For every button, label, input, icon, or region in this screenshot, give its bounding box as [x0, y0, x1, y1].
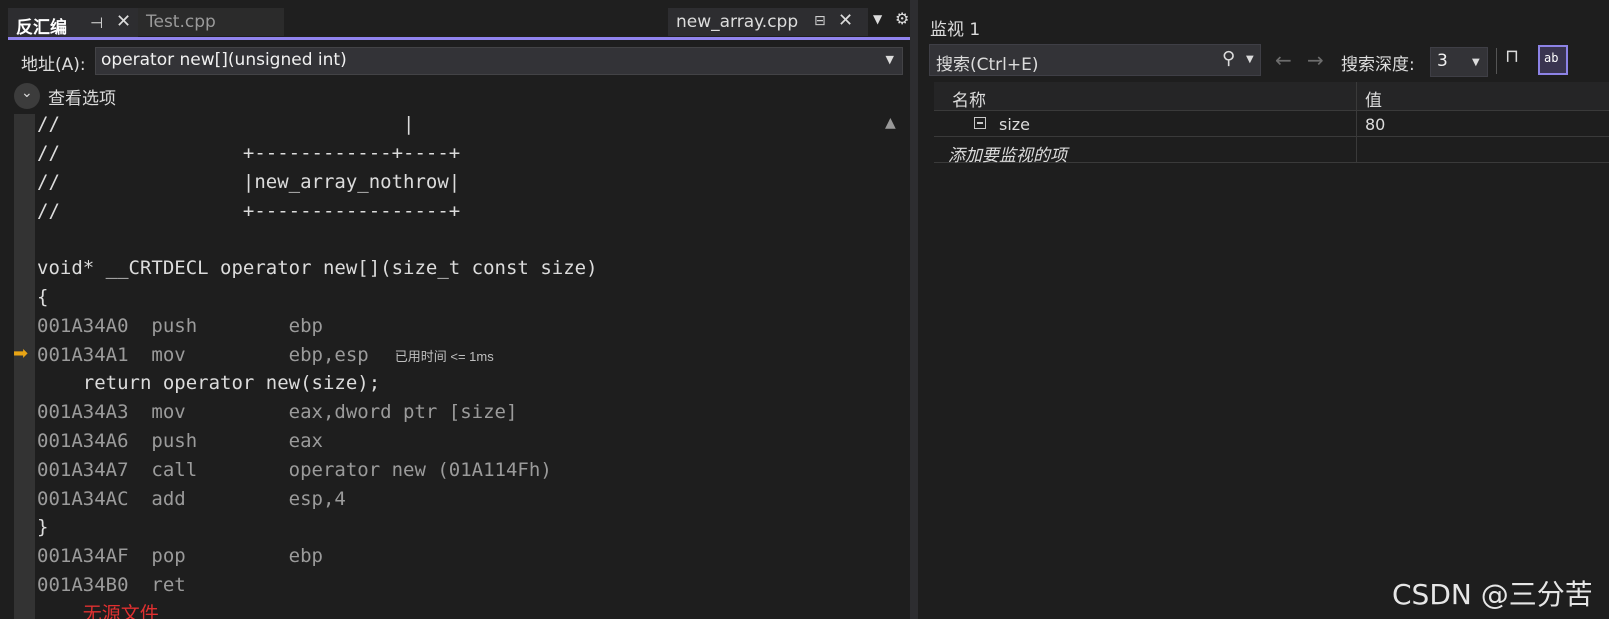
- asm-line: 001A34A0 push ebp: [37, 315, 323, 337]
- pin-icon[interactable]: ⊟: [814, 13, 826, 29]
- code-line: // |new_array_nothrow|: [37, 171, 461, 193]
- asm-line-current: 001A34A1 mov ebp,esp 已用时间 <= 1ms: [37, 341, 494, 370]
- watch-window-title: 监视 1: [930, 20, 981, 40]
- asm-line: 001A34A7 call operator new (01A114Fh): [37, 459, 552, 481]
- search-placeholder: 搜索(Ctrl+E): [936, 55, 1039, 75]
- code-line: // +------------+----+: [37, 142, 461, 164]
- search-icon[interactable]: ⚲: [1222, 48, 1235, 69]
- tab-new-array-cpp[interactable]: new_array.cpp ⊟ ✕: [668, 8, 868, 36]
- add-watch-item[interactable]: 添加要监视的项: [948, 141, 1067, 166]
- gear-icon[interactable]: ⚙: [895, 9, 909, 28]
- chevron-down-icon[interactable]: ▼: [886, 53, 894, 66]
- code-line: return operator new(size);: [37, 372, 381, 394]
- asm-line: 001A34AF pop ebp: [37, 545, 323, 567]
- tab-disassembly-label: 反汇编: [16, 18, 67, 38]
- code-line: void* __CRTDECL operator new[](size_t co…: [37, 257, 598, 279]
- watch-variable-name[interactable]: size: [999, 115, 1030, 134]
- tab-new-array-cpp-label: new_array.cpp: [676, 12, 799, 32]
- view-mode-button[interactable]: ab: [1538, 45, 1568, 75]
- close-icon[interactable]: ✕: [116, 11, 131, 32]
- chevron-down-icon[interactable]: ▼: [1246, 54, 1254, 65]
- disassembly-code-view[interactable]: // | // +------------+----+ // |new_arra…: [37, 113, 880, 619]
- asm-line: 001A34AC add esp,4: [37, 488, 346, 510]
- chevron-down-icon: ▼: [1472, 57, 1480, 68]
- watch-row[interactable]: [934, 111, 1609, 137]
- code-line: }: [37, 516, 49, 538]
- code-line: // |: [37, 113, 415, 135]
- pin-icon[interactable]: ⊓: [1505, 46, 1519, 67]
- tab-list-dropdown-icon[interactable]: ▼: [873, 12, 882, 26]
- watch-search-input[interactable]: 搜索(Ctrl+E) ⚲ ▼: [929, 44, 1261, 76]
- address-value: operator new[](unsigned int): [101, 50, 347, 70]
- search-depth-label: 搜索深度:: [1341, 55, 1415, 75]
- pin-icon[interactable]: ⊣: [90, 14, 103, 32]
- search-depth-value: 3: [1437, 51, 1448, 71]
- scroll-up-icon[interactable]: ▲: [885, 115, 896, 131]
- vertical-scrollbar[interactable]: ▲: [882, 113, 902, 619]
- watch-variable-value[interactable]: 80: [1365, 115, 1385, 134]
- code-line: // +-----------------+: [37, 200, 461, 222]
- back-arrow-icon[interactable]: ←: [1275, 48, 1292, 72]
- address-label: 地址(A):: [21, 55, 86, 75]
- variable-icon: [974, 117, 986, 129]
- breakpoint-gutter[interactable]: [14, 114, 35, 619]
- chevron-down-icon: ⌄: [21, 85, 33, 101]
- active-tab-accent-bar: [8, 37, 910, 40]
- view-options-toggle[interactable]: ⌄: [14, 83, 40, 109]
- address-combobox[interactable]: operator new[](unsigned int) ▼: [95, 47, 903, 75]
- watermark: CSDN @三分苦: [1392, 578, 1593, 611]
- elapsed-time-hint: 已用时间 <= 1ms: [394, 349, 494, 364]
- view-options-label[interactable]: 查看选项: [48, 84, 116, 109]
- view-mode-icon: ab: [1544, 51, 1559, 65]
- forward-arrow-icon[interactable]: →: [1307, 48, 1324, 72]
- tab-disassembly[interactable]: 反汇编 ⊣ ✕: [8, 8, 138, 38]
- code-line: {: [37, 286, 49, 308]
- watch-grid-header: [934, 82, 1609, 111]
- column-header-name[interactable]: 名称: [952, 86, 986, 111]
- tab-test-cpp[interactable]: Test.cpp: [138, 8, 284, 36]
- close-icon[interactable]: ✕: [838, 10, 853, 31]
- asm-line: 001A34A3 mov eax,dword ptr [size]: [37, 401, 518, 423]
- asm-line: 001A34A6 push eax: [37, 430, 323, 452]
- column-header-value[interactable]: 值: [1365, 86, 1382, 111]
- pane-splitter[interactable]: [910, 0, 918, 619]
- asm-line: 001A34B0 ret: [37, 574, 186, 596]
- toolbar-separator: [1496, 48, 1497, 74]
- tab-test-cpp-label: Test.cpp: [146, 12, 216, 32]
- execution-arrow-icon: ➡: [13, 343, 29, 364]
- search-depth-dropdown[interactable]: 3 ▼: [1430, 47, 1488, 77]
- asm-line-text: 001A34A1 mov ebp,esp: [37, 344, 369, 366]
- code-line: 无源文件: [37, 603, 159, 619]
